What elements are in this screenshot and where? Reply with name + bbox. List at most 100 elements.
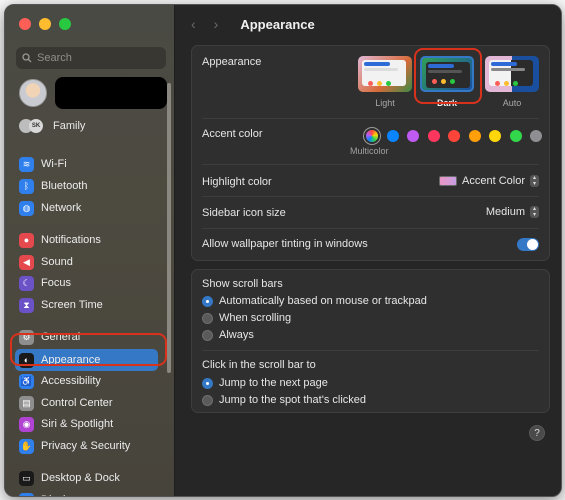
close-button[interactable] bbox=[19, 18, 31, 30]
radio-label: Always bbox=[219, 329, 254, 341]
highlight-swatch bbox=[439, 176, 458, 186]
sidebar-item-screen-time[interactable]: ⧗ Screen Time bbox=[19, 295, 167, 315]
divider bbox=[202, 164, 539, 165]
control-center-icon: ▤ bbox=[19, 395, 34, 411]
family-row[interactable]: SK Family bbox=[19, 119, 85, 133]
annotation-ring-appearance bbox=[10, 333, 167, 366]
auto-theme-label: Auto bbox=[502, 98, 522, 108]
sidebar-item-label: Wi-Fi bbox=[41, 158, 67, 170]
annotation-ring-dark bbox=[414, 48, 482, 104]
accent-swatch[interactable] bbox=[489, 130, 501, 142]
light-theme-option[interactable] bbox=[358, 56, 412, 92]
sidebar-item-control-center[interactable]: ▤ Control Center bbox=[19, 393, 167, 413]
divider bbox=[202, 118, 539, 119]
accent-swatch[interactable] bbox=[530, 130, 542, 142]
divider bbox=[202, 350, 539, 351]
radio-always[interactable]: Always bbox=[202, 329, 254, 341]
sidebar-item-notifications[interactable]: ● Notifications bbox=[19, 230, 167, 250]
bell-icon: ● bbox=[19, 232, 34, 248]
highlight-color-value: Accent Color bbox=[462, 175, 525, 187]
main-pane: ‹ › Appearance Appearance Light Dark Aut… bbox=[175, 5, 561, 496]
accent-swatch[interactable] bbox=[386, 130, 399, 142]
appearance-card: Appearance Light Dark Auto Accent color … bbox=[191, 45, 550, 261]
radio-label: Automatically based on mouse or trackpad bbox=[219, 295, 427, 307]
scroll-bars-card: Show scroll bars Automatically based on … bbox=[191, 269, 550, 413]
sidebar-item-label: Screen Time bbox=[41, 299, 103, 311]
sidebar-item-label: Siri & Spotlight bbox=[41, 418, 114, 430]
accent-swatch[interactable] bbox=[427, 130, 440, 142]
accent-multicolor-swatch[interactable] bbox=[366, 130, 378, 142]
search-input[interactable] bbox=[37, 52, 157, 64]
highlight-color-popup[interactable]: Accent Color ▴ ▾ bbox=[439, 175, 539, 187]
wallpaper-tinting-label: Allow wallpaper tinting in windows bbox=[202, 238, 368, 250]
radio-when-scrolling[interactable]: When scrolling bbox=[202, 312, 291, 324]
sidebar: SK Family ≋ Wi-Fi ᛒ Bluetooth ◍ Network ● Notif… bbox=[5, 5, 175, 496]
sidebar-icon-size-popup[interactable]: Medium ▴ ▾ bbox=[486, 206, 539, 218]
sidebar-item-siri-spotlight[interactable]: ◉ Siri & Spotlight bbox=[19, 414, 167, 434]
sidebar-icon-size-label: Sidebar icon size bbox=[202, 207, 286, 219]
light-theme-label: Light bbox=[375, 98, 395, 108]
traffic-lights bbox=[19, 18, 71, 30]
sidebar-icon-size-value: Medium bbox=[485, 206, 525, 218]
search-icon bbox=[22, 53, 32, 63]
radio-button bbox=[202, 295, 213, 307]
highlight-color-label: Highlight color bbox=[202, 176, 272, 188]
sidebar-item-label: Privacy & Security bbox=[41, 440, 131, 452]
redacted-name bbox=[55, 77, 167, 109]
sidebar-item-bluetooth[interactable]: ᛒ Bluetooth bbox=[19, 176, 167, 196]
globe-icon: ◍ bbox=[19, 200, 34, 216]
radio-label: When scrolling bbox=[219, 312, 292, 324]
back-chevron-icon[interactable]: ‹ bbox=[191, 16, 196, 32]
radio-button bbox=[202, 312, 213, 324]
family-avatar-initials: SK bbox=[29, 119, 43, 133]
family-label: Family bbox=[53, 120, 86, 132]
sidebar-scrollbar[interactable] bbox=[167, 83, 171, 373]
sidebar-item-focus[interactable]: ☾ Focus bbox=[19, 273, 167, 293]
radio-label: Jump to the next page bbox=[219, 377, 328, 389]
minimize-button[interactable] bbox=[39, 18, 51, 30]
radio-next-page[interactable]: Jump to the next page bbox=[202, 377, 328, 389]
sidebar-item-label: Notifications bbox=[41, 234, 101, 246]
sidebar-item-displays[interactable]: ☀ Displays bbox=[19, 490, 167, 496]
sidebar-item-label: Bluetooth bbox=[41, 180, 88, 192]
accent-swatch[interactable] bbox=[407, 130, 419, 142]
auto-theme-option[interactable] bbox=[485, 56, 539, 92]
radio-button bbox=[202, 329, 213, 341]
avatar bbox=[19, 79, 47, 107]
family-avatars: SK bbox=[19, 119, 45, 133]
zoom-button[interactable] bbox=[59, 18, 71, 30]
forward-chevron-icon[interactable]: › bbox=[214, 16, 219, 32]
popup-stepper-icon: ▴ ▾ bbox=[530, 175, 539, 187]
sidebar-item-network[interactable]: ◍ Network bbox=[19, 198, 167, 218]
sidebar-item-label: Sound bbox=[41, 256, 73, 268]
multicolor-caption: Multicolor bbox=[350, 146, 389, 156]
profile-row[interactable] bbox=[19, 77, 167, 109]
sidebar-item-label: Control Center bbox=[41, 397, 113, 409]
sidebar-item-wi-fi[interactable]: ≋ Wi-Fi bbox=[19, 154, 167, 174]
accent-swatch[interactable] bbox=[509, 130, 522, 142]
wallpaper-tinting-toggle[interactable] bbox=[517, 238, 539, 251]
sidebar-item-label: Network bbox=[41, 202, 82, 214]
appearance-row-label: Appearance bbox=[202, 56, 262, 68]
radio-spot-clicked[interactable]: Jump to the spot that's clicked bbox=[202, 394, 366, 406]
sidebar-item-desktop-dock[interactable]: ▭ Desktop & Dock bbox=[19, 468, 167, 488]
page-title: Appearance bbox=[240, 16, 315, 32]
click-scroll-bar-label: Click in the scroll bar to bbox=[202, 359, 316, 371]
wifi-icon: ≋ bbox=[19, 156, 34, 172]
accessibility-icon: ♿ bbox=[19, 373, 34, 389]
divider bbox=[202, 228, 539, 229]
help-button[interactable]: ? bbox=[529, 425, 545, 441]
accent-swatch[interactable] bbox=[468, 130, 481, 142]
sidebar-item-privacy-security[interactable]: ✋ Privacy & Security bbox=[19, 436, 167, 456]
search-field[interactable] bbox=[16, 47, 166, 69]
accent-color-label: Accent color bbox=[202, 128, 263, 140]
sidebar-item-sound[interactable]: ◀ Sound bbox=[19, 252, 167, 272]
sidebar-item-label: Displays bbox=[41, 494, 83, 496]
sidebar-item-accessibility[interactable]: ♿ Accessibility bbox=[19, 371, 167, 391]
radio-automatically[interactable]: Automatically based on mouse or trackpad bbox=[202, 295, 427, 307]
siri-icon: ◉ bbox=[19, 416, 34, 432]
moon-icon: ☾ bbox=[19, 275, 34, 291]
sidebar-item-label: Desktop & Dock bbox=[41, 472, 120, 484]
divider bbox=[202, 196, 539, 197]
accent-swatch[interactable] bbox=[448, 130, 460, 142]
